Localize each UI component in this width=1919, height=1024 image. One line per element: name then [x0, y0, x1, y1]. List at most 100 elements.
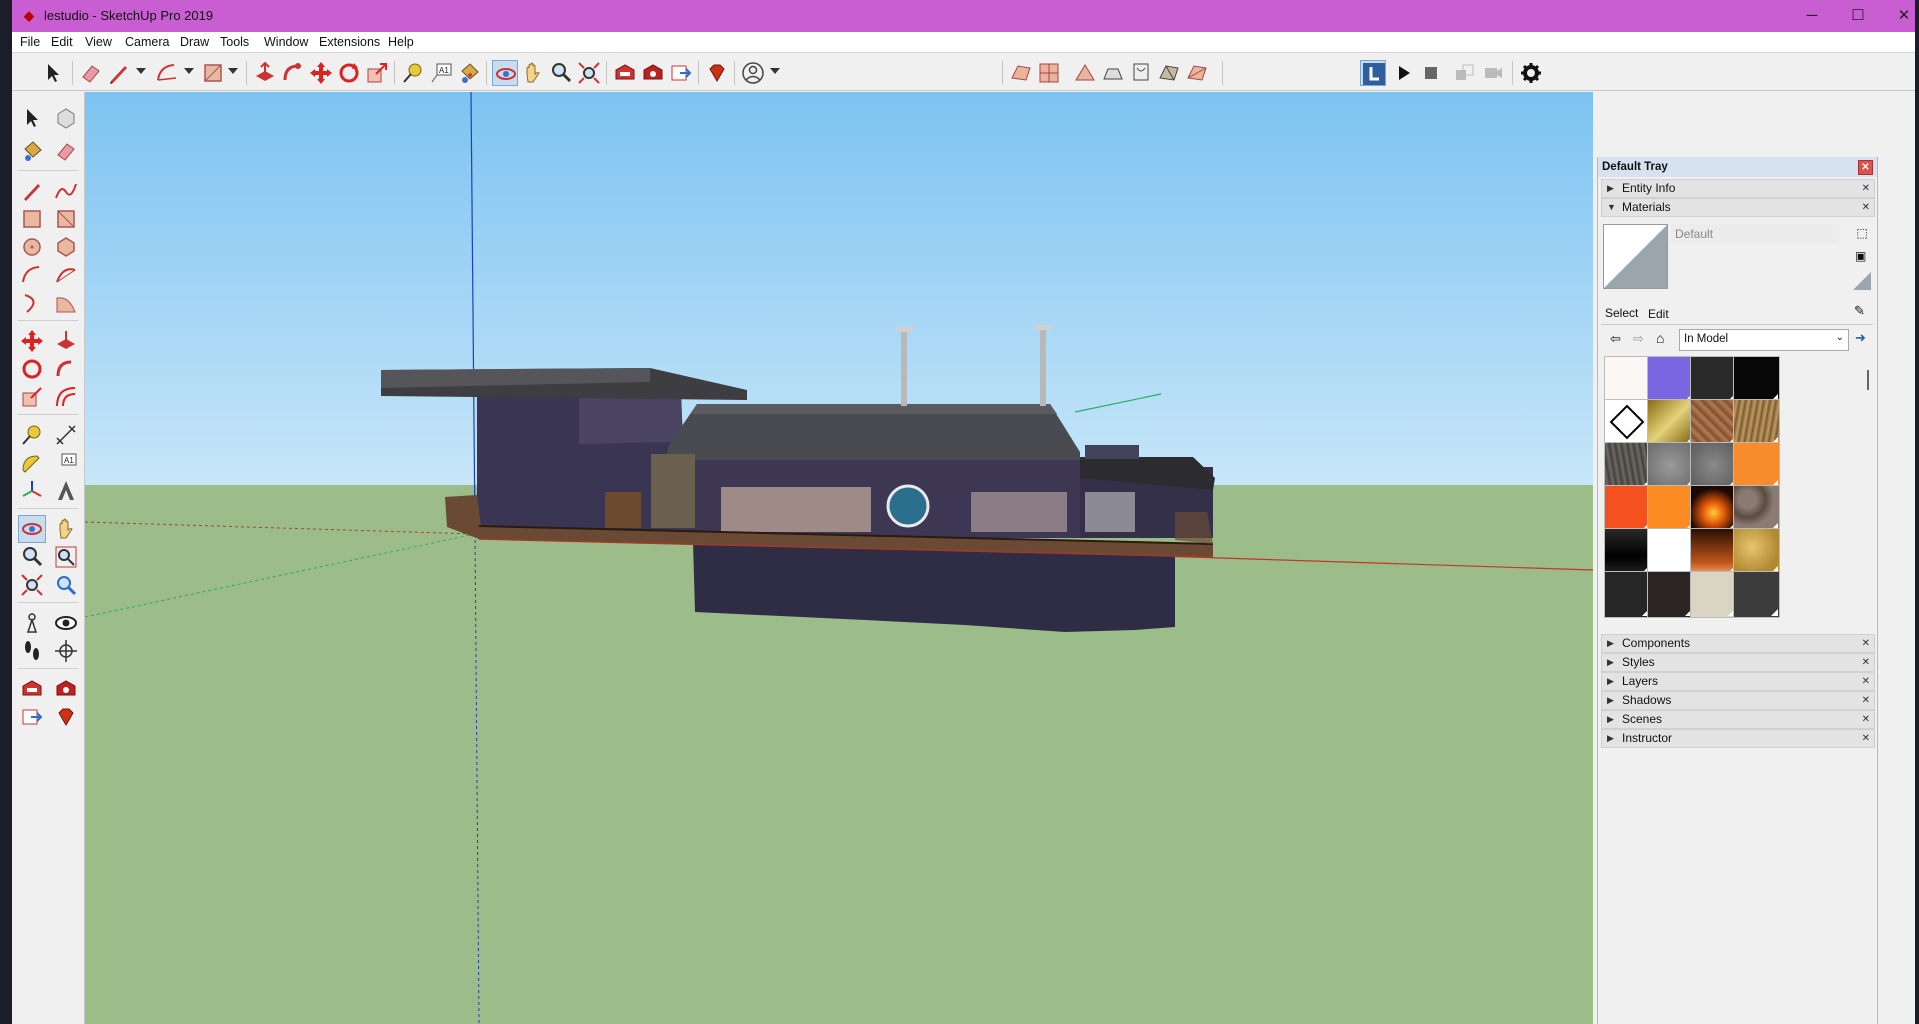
ruby-icon[interactable] [53, 704, 79, 730]
zoom-window-icon[interactable] [53, 544, 79, 570]
material-swatch[interactable] [1604, 485, 1651, 532]
rotate-icon[interactable] [336, 60, 362, 86]
tray-close-button[interactable]: ✕ [1858, 160, 1873, 175]
paint-bucket-icon[interactable] [19, 138, 45, 164]
stop-icon[interactable] [1418, 60, 1444, 86]
add-detail-icon[interactable] [1156, 60, 1182, 86]
close-panel-icon[interactable]: ✕ [1862, 654, 1870, 671]
scale-icon[interactable] [19, 384, 45, 410]
section-scenes[interactable]: ▶ Scenes ✕ [1601, 710, 1875, 729]
drape-icon[interactable] [1128, 60, 1154, 86]
forward-arrow-icon[interactable]: ⇨ [1633, 331, 1644, 347]
zoom-extents-icon[interactable] [19, 572, 45, 598]
circle-icon[interactable] [19, 234, 45, 260]
send-to-layout-icon[interactable] [19, 704, 45, 730]
pencil-dropdown-icon[interactable] [136, 68, 146, 74]
offset-icon[interactable] [53, 384, 79, 410]
menu-window[interactable]: Window [264, 32, 308, 52]
material-swatch[interactable] [1733, 485, 1780, 532]
move-icon[interactable] [308, 60, 334, 86]
menu-draw[interactable]: Draw [180, 32, 209, 52]
section-styles[interactable]: ▶ Styles ✕ [1601, 653, 1875, 672]
flip-edge-icon[interactable] [1184, 60, 1210, 86]
close-panel-icon[interactable]: ✕ [1862, 730, 1870, 747]
make-component-icon[interactable] [53, 105, 79, 131]
warehouse-icon[interactable] [19, 676, 45, 702]
menu-extensions[interactable]: Extensions [319, 32, 380, 52]
menu-view[interactable]: View [85, 32, 112, 52]
follow-me-icon[interactable] [280, 60, 306, 86]
protractor-icon[interactable] [19, 450, 45, 476]
scale-icon[interactable] [364, 60, 390, 86]
orbit-icon[interactable] [18, 515, 46, 543]
material-swatch[interactable] [1690, 356, 1737, 403]
account-dropdown-icon[interactable] [770, 68, 780, 74]
entity-info-section[interactable]: ▶ Entity Info ✕ [1601, 179, 1875, 198]
two-point-arc-icon[interactable] [53, 262, 79, 288]
close-panel-icon[interactable]: ✕ [1862, 199, 1870, 216]
line-icon[interactable] [19, 178, 45, 204]
rectangle-icon[interactable] [19, 206, 45, 232]
menu-edit[interactable]: Edit [51, 32, 73, 52]
rectangle-dropdown-icon[interactable] [228, 68, 238, 74]
sandbox-from-contours-icon[interactable] [1008, 60, 1034, 86]
zoom-icon[interactable] [548, 60, 574, 86]
3d-text-icon[interactable] [53, 478, 79, 504]
material-preview[interactable] [1603, 224, 1668, 289]
close-panel-icon[interactable]: ✕ [1862, 180, 1870, 197]
close-panel-icon[interactable]: ✕ [1862, 692, 1870, 709]
menu-tools[interactable]: Tools [220, 32, 249, 52]
text-icon[interactable]: A1 [428, 60, 454, 86]
eraser-icon[interactable] [78, 60, 104, 86]
material-swatch[interactable] [1604, 528, 1651, 575]
account-icon[interactable] [740, 60, 766, 86]
eyedropper-icon[interactable]: ✎ [1854, 303, 1870, 319]
send-to-layout-icon[interactable] [668, 60, 694, 86]
paint-bucket-icon[interactable] [456, 60, 482, 86]
stamp-icon[interactable] [1100, 60, 1126, 86]
orbit-icon[interactable] [492, 60, 518, 86]
material-swatch[interactable] [1647, 442, 1694, 489]
rotate-icon[interactable] [19, 356, 45, 382]
tray-title-bar[interactable]: Default Tray ✕ [1598, 157, 1877, 177]
display-secondary-selection-icon[interactable]: ▣ [1855, 249, 1869, 263]
pie-icon[interactable] [53, 290, 79, 316]
sample-paint-icon[interactable] [1853, 272, 1871, 290]
material-name-field[interactable]: Default [1671, 224, 1839, 244]
tab-select[interactable]: Select [1605, 306, 1638, 320]
tab-edit[interactable]: Edit [1648, 307, 1669, 321]
zoom-icon[interactable] [19, 544, 45, 570]
pan-icon[interactable] [53, 516, 79, 542]
maximize-button[interactable]: ☐ [1835, 0, 1881, 32]
freehand-icon[interactable] [53, 178, 79, 204]
swatch-scrollbar[interactable] [1867, 370, 1869, 390]
sandbox-from-scratch-icon[interactable] [1036, 60, 1062, 86]
close-panel-icon[interactable]: ✕ [1862, 711, 1870, 728]
material-swatch[interactable] [1733, 571, 1780, 618]
play-icon[interactable] [1390, 60, 1416, 86]
record-scene-icon[interactable] [1480, 60, 1506, 86]
arc-icon[interactable] [154, 60, 180, 86]
arc-icon[interactable] [19, 262, 45, 288]
tape-measure-icon[interactable] [19, 422, 45, 448]
rotated-rectangle-icon[interactable] [53, 206, 79, 232]
menu-help[interactable]: Help [388, 32, 414, 52]
material-swatch[interactable] [1604, 442, 1651, 489]
three-point-arc-icon[interactable] [19, 290, 45, 316]
dimension-icon[interactable] [53, 422, 79, 448]
material-swatch[interactable] [1690, 528, 1737, 575]
home-icon[interactable]: ⌂ [1656, 330, 1664, 346]
section-shadows[interactable]: ▶ Shadows ✕ [1601, 691, 1875, 710]
model-viewport[interactable] [85, 92, 1593, 1024]
material-swatch[interactable] [1604, 399, 1651, 446]
previous-view-icon[interactable] [53, 572, 79, 598]
follow-me-icon[interactable] [53, 356, 79, 382]
push-pull-icon[interactable] [53, 328, 79, 354]
select-icon[interactable] [19, 105, 45, 131]
material-swatch[interactable] [1690, 571, 1737, 618]
warehouse-icon[interactable] [612, 60, 638, 86]
text-icon[interactable]: A1 [53, 450, 79, 476]
smoove-icon[interactable] [1072, 60, 1098, 86]
section-components[interactable]: ▶ Components ✕ [1601, 634, 1875, 653]
create-material-icon[interactable]: ⬚ [1855, 226, 1869, 240]
